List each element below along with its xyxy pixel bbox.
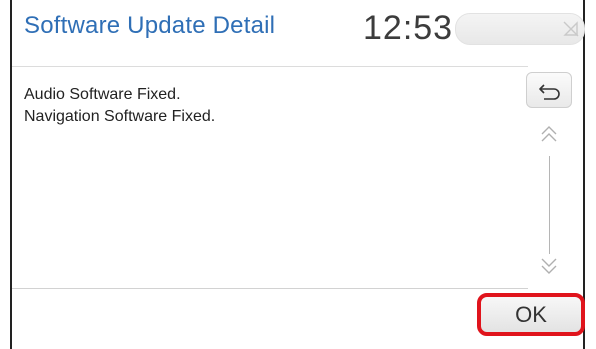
status-indicator bbox=[455, 13, 585, 45]
header-divider bbox=[12, 66, 528, 67]
clock: 12:53 bbox=[363, 9, 454, 47]
return-arrow-icon bbox=[539, 84, 560, 100]
scroll-up-button[interactable] bbox=[538, 124, 560, 146]
list-item: Audio Software Fixed. bbox=[24, 86, 181, 103]
footer-divider bbox=[12, 288, 528, 289]
double-chevron-up-icon bbox=[541, 126, 557, 142]
update-detail-list: Audio Software Fixed. Navigation Softwar… bbox=[24, 84, 215, 128]
head-unit-screen: Software Update Detail 12:53 Audio Softw… bbox=[10, 0, 585, 349]
list-item: Navigation Software Fixed. bbox=[24, 108, 216, 125]
header-bar: Software Update Detail 12:53 bbox=[12, 0, 585, 62]
page-title: Software Update Detail bbox=[24, 12, 276, 39]
scroll-down-button[interactable] bbox=[538, 254, 560, 276]
scrollbar-track[interactable] bbox=[549, 156, 550, 254]
ok-button[interactable]: OK bbox=[477, 293, 585, 336]
double-chevron-down-icon bbox=[541, 258, 557, 274]
back-button[interactable] bbox=[526, 72, 572, 108]
no-signal-icon bbox=[563, 21, 579, 37]
ok-button-label: OK bbox=[515, 301, 547, 327]
